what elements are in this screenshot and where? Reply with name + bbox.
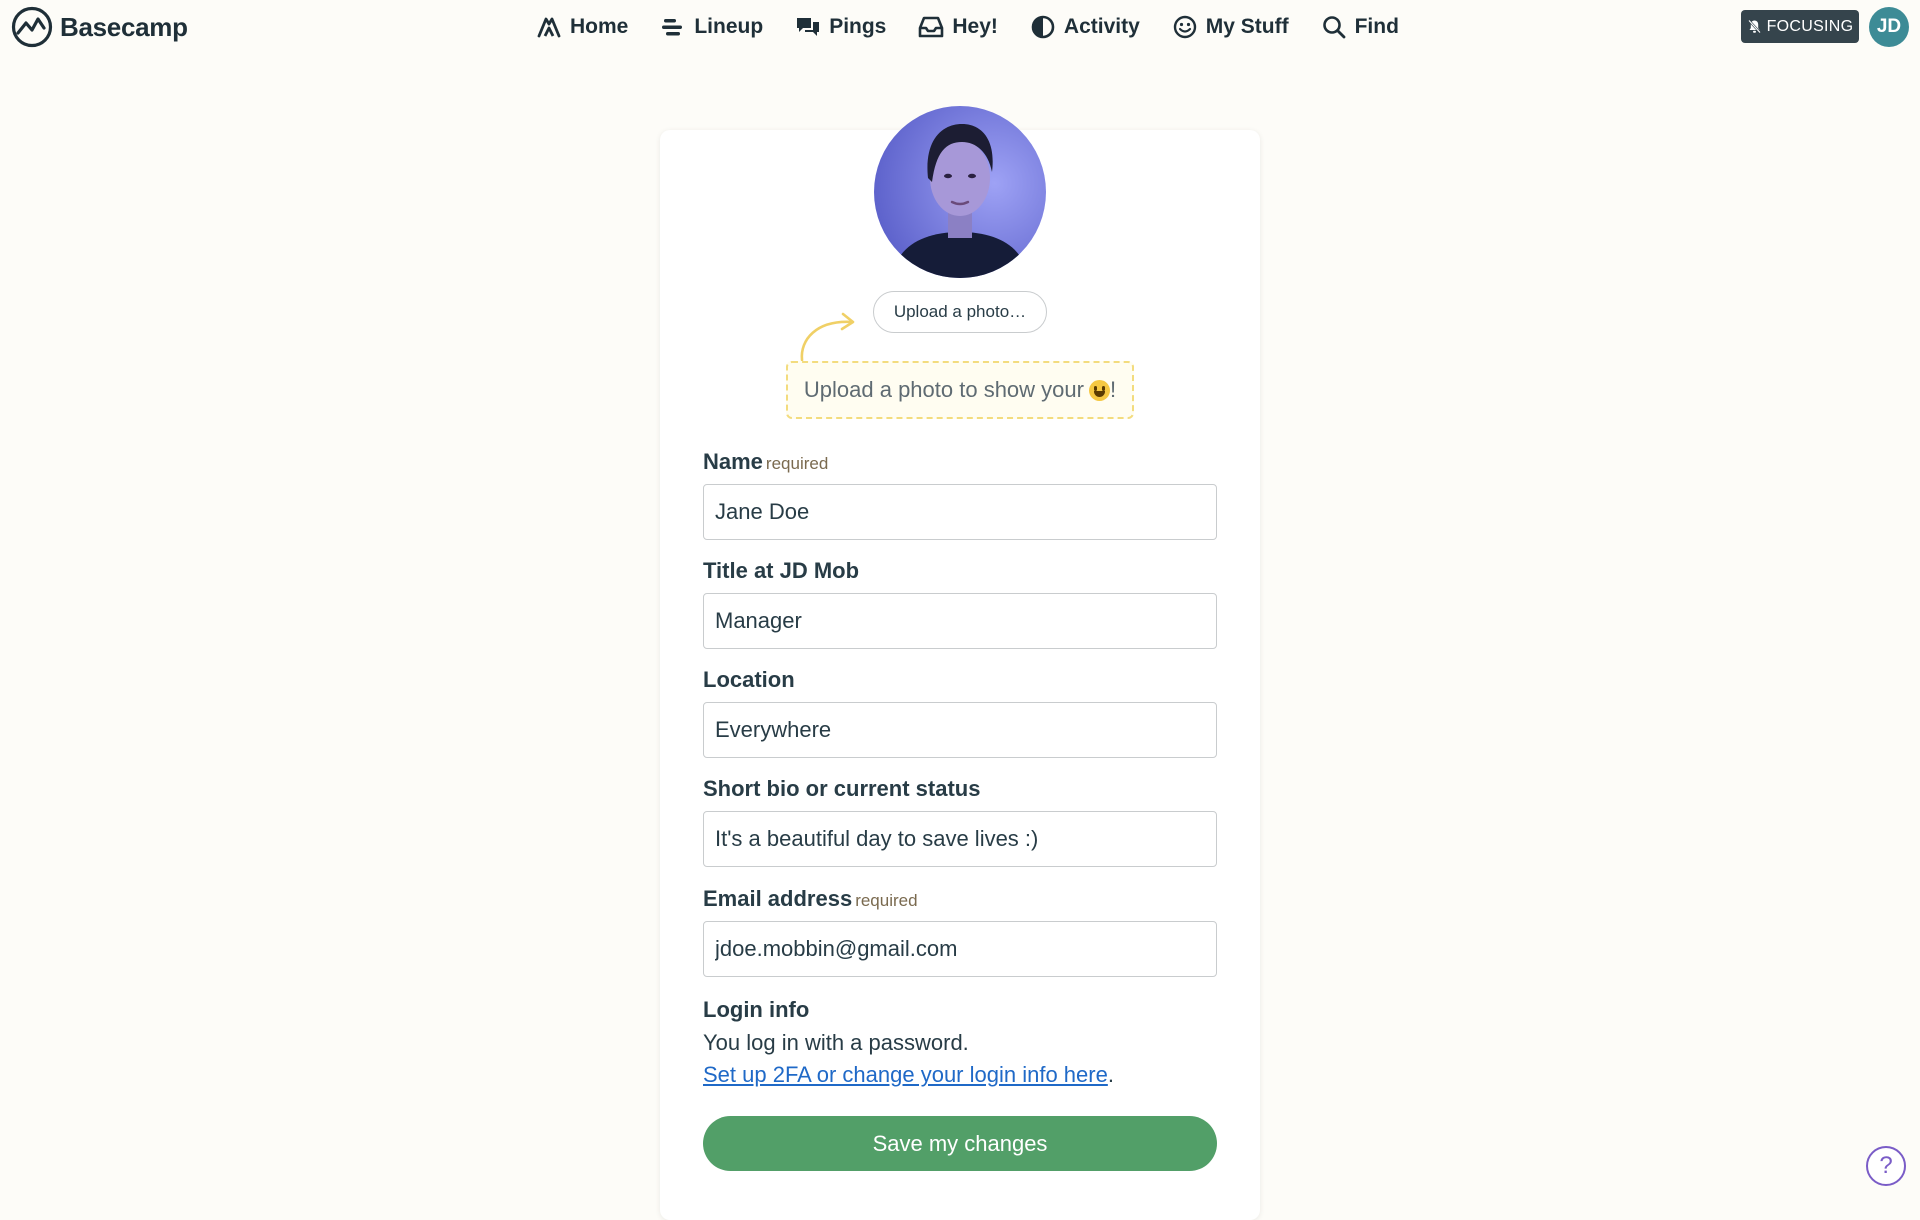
nav-home-label: Home: [570, 15, 629, 38]
name-label: Name required: [703, 449, 829, 474]
save-changes-button[interactable]: Save my changes: [703, 1116, 1217, 1171]
nav-find-label: Find: [1354, 15, 1399, 38]
nav-hey[interactable]: Hey!: [918, 14, 998, 40]
nav-my-stuff[interactable]: My Stuff: [1172, 14, 1289, 40]
bell-off-icon: [1747, 19, 1761, 34]
main-nav: Home Lineup Pings Hey! Activity My Stuff…: [536, 10, 1399, 44]
lineup-icon: [662, 19, 683, 36]
nav-hey-label: Hey!: [952, 15, 998, 38]
bio-input[interactable]: [703, 811, 1217, 867]
focusing-badge[interactable]: FOCUSING: [1741, 10, 1859, 43]
curved-arrow-icon: [800, 312, 855, 362]
nav-pings-label: Pings: [829, 15, 887, 38]
login-link-suffix: .: [1107, 1062, 1114, 1087]
nav-pings[interactable]: Pings: [795, 14, 886, 40]
search-icon: [1322, 16, 1345, 39]
inbox-icon: [919, 16, 944, 38]
hint-text: Upload a photo to show your: [803, 377, 1084, 402]
login-info-section: Login info You log in with a password. S…: [703, 993, 1217, 1091]
brand-name: Basecamp: [60, 11, 188, 42]
nav-lineup[interactable]: Lineup: [660, 14, 763, 40]
login-info-link-line: Set up 2FA or change your login info her…: [703, 1059, 1217, 1091]
change-login-link[interactable]: Set up 2FA or change your login info her…: [703, 1062, 1108, 1087]
upload-photo-hint: Upload a photo to show your !: [786, 361, 1134, 419]
title-label: Title at JD Mob: [703, 558, 860, 583]
basecamp-logo-icon: [11, 6, 53, 48]
bio-label: Short bio or current status: [703, 776, 981, 801]
nav-home[interactable]: Home: [536, 14, 628, 40]
grinning-face-emoji: [1088, 379, 1110, 401]
nav-activity[interactable]: Activity: [1030, 14, 1140, 40]
help-button[interactable]: ?: [1866, 1146, 1906, 1186]
title-field-group: Title at JD Mob: [703, 557, 1217, 649]
basecamp-logo[interactable]: Basecamp: [10, 6, 188, 48]
pings-icon: [797, 18, 820, 36]
email-label: Email address required: [703, 886, 918, 911]
name-input[interactable]: [703, 484, 1217, 540]
login-info-text: You log in with a password.: [703, 1030, 969, 1055]
name-required-hint: required: [765, 454, 829, 473]
email-field-group: Email address required: [703, 885, 1217, 977]
top-navigation-bar: Basecamp Home Lineup Pings Hey! Activity…: [0, 0, 1920, 54]
smiley-icon: [1173, 15, 1196, 39]
nav-lineup-label: Lineup: [694, 15, 764, 38]
email-required-hint: required: [855, 891, 918, 910]
bio-field-group: Short bio or current status: [703, 775, 1217, 867]
location-field-group: Location: [703, 666, 1217, 758]
focusing-label: FOCUSING: [1766, 17, 1854, 35]
name-field-group: Name required: [703, 448, 1217, 540]
nav-my-stuff-label: My Stuff: [1205, 15, 1289, 38]
hint-suffix: !: [1109, 377, 1117, 402]
title-input[interactable]: [703, 593, 1217, 649]
upload-photo-button[interactable]: Upload a photo…: [873, 291, 1047, 333]
location-label: Location: [703, 667, 795, 692]
location-input[interactable]: [703, 702, 1217, 758]
nav-activity-label: Activity: [1063, 15, 1140, 38]
activity-icon: [1031, 15, 1055, 39]
email-input[interactable]: [703, 921, 1217, 977]
nav-find[interactable]: Find: [1321, 14, 1399, 40]
user-avatar[interactable]: JD: [1869, 7, 1909, 47]
home-icon: [537, 17, 561, 38]
login-info-title: Login info: [703, 997, 810, 1022]
profile-photo: [874, 106, 1046, 278]
